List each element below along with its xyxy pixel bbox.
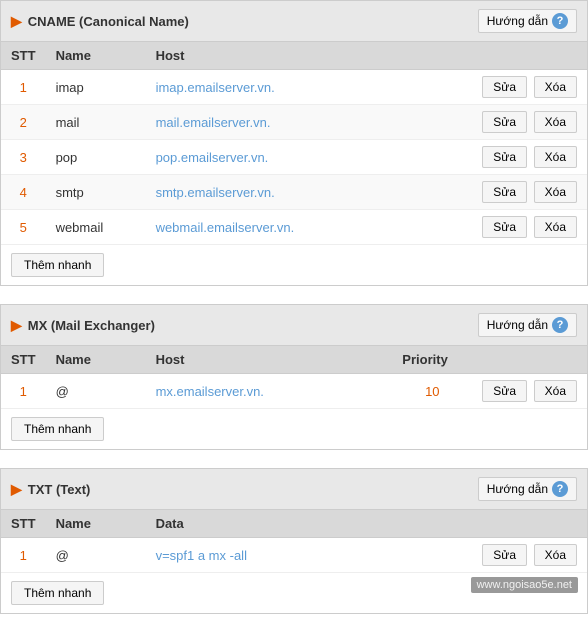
cname-stt: 4 [1, 175, 46, 210]
table-row: 5 webmail webmail.emailserver.vn. Sửa Xó… [1, 210, 587, 245]
xoa-button[interactable]: Xóa [534, 216, 577, 238]
cname-actions: Sửa Xóa [472, 175, 587, 210]
mx-title-text: MX (Mail Exchanger) [28, 318, 155, 333]
txt-arrow-icon: ▶ [11, 481, 22, 498]
cname-arrow-icon: ▶ [11, 13, 22, 30]
cname-title-text: CNAME (Canonical Name) [28, 14, 189, 29]
cname-host: smtp.emailserver.vn. [146, 175, 473, 210]
txt-stt: 1 [1, 538, 46, 573]
mx-name: @ [46, 374, 146, 409]
cname-stt: 3 [1, 140, 46, 175]
cname-actions: Sửa Xóa [472, 140, 587, 175]
cname-actions: Sửa Xóa [472, 210, 587, 245]
xoa-button[interactable]: Xóa [534, 181, 577, 203]
txt-col-actions [472, 510, 587, 538]
cname-col-host: Host [146, 42, 473, 70]
cname-add-button[interactable]: Thêm nhanh [11, 253, 104, 277]
txt-header: ▶ TXT (Text) Hướng dẫn ? [1, 469, 587, 510]
mx-col-actions [472, 346, 587, 374]
cname-host: imap.emailserver.vn. [146, 70, 473, 105]
cname-actions: Sửa Xóa [472, 105, 587, 140]
txt-col-name: Name [46, 510, 146, 538]
mx-stt: 1 [1, 374, 46, 409]
mx-guide-label: Hướng dẫn [487, 318, 548, 332]
cname-name: webmail [46, 210, 146, 245]
sua-button[interactable]: Sửa [482, 380, 527, 402]
cname-col-stt: STT [1, 42, 46, 70]
txt-title-text: TXT (Text) [28, 482, 91, 497]
cname-host: pop.emailserver.vn. [146, 140, 473, 175]
sua-button[interactable]: Sửa [482, 146, 527, 168]
table-row: 3 pop pop.emailserver.vn. Sửa Xóa [1, 140, 587, 175]
txt-add-button[interactable]: Thêm nhanh [11, 581, 104, 605]
txt-actions: Sửa Xóa [472, 538, 587, 573]
xoa-button[interactable]: Xóa [534, 111, 577, 133]
mx-col-priority: Priority [392, 346, 472, 374]
txt-guide-button[interactable]: Hướng dẫn ? [478, 477, 577, 501]
cname-section: ▶ CNAME (Canonical Name) Hướng dẫn ? STT… [0, 0, 588, 286]
cname-name: smtp [46, 175, 146, 210]
table-row: 1 @ mx.emailserver.vn. 10 Sửa Xóa [1, 374, 587, 409]
mx-col-name: Name [46, 346, 146, 374]
xoa-button[interactable]: Xóa [534, 380, 577, 402]
txt-title: ▶ TXT (Text) [11, 481, 90, 498]
cname-guide-button[interactable]: Hướng dẫn ? [478, 9, 577, 33]
sua-button[interactable]: Sửa [482, 111, 527, 133]
txt-col-data: Data [146, 510, 473, 538]
mx-host: mx.emailserver.vn. [146, 374, 393, 409]
mx-table: STT Name Host Priority 1 @ mx.emailserve… [1, 346, 587, 409]
cname-header: ▶ CNAME (Canonical Name) Hướng dẫn ? [1, 1, 587, 42]
cname-actions: Sửa Xóa [472, 70, 587, 105]
txt-section: ▶ TXT (Text) Hướng dẫn ? STT Name Data 1… [0, 468, 588, 614]
cname-table: STT Name Host 1 imap imap.emailserver.vn… [1, 42, 587, 245]
sua-button[interactable]: Sửa [482, 76, 527, 98]
mx-add-button[interactable]: Thêm nhanh [11, 417, 104, 441]
table-row: 4 smtp smtp.emailserver.vn. Sửa Xóa [1, 175, 587, 210]
mx-title: ▶ MX (Mail Exchanger) [11, 317, 155, 334]
table-row: 2 mail mail.emailserver.vn. Sửa Xóa [1, 105, 587, 140]
cname-col-actions [472, 42, 587, 70]
table-row: 1 imap imap.emailserver.vn. Sửa Xóa [1, 70, 587, 105]
cname-name: mail [46, 105, 146, 140]
txt-guide-label: Hướng dẫn [487, 482, 548, 496]
mx-priority: 10 [392, 374, 472, 409]
mx-header: ▶ MX (Mail Exchanger) Hướng dẫn ? [1, 305, 587, 346]
mx-col-stt: STT [1, 346, 46, 374]
cname-stt: 5 [1, 210, 46, 245]
cname-stt: 2 [1, 105, 46, 140]
txt-help-icon: ? [552, 481, 568, 497]
mx-col-host: Host [146, 346, 393, 374]
sua-button[interactable]: Sửa [482, 544, 527, 566]
table-row: 1 @ v=spf1 a mx -all Sửa Xóa [1, 538, 587, 573]
xoa-button[interactable]: Xóa [534, 76, 577, 98]
mx-guide-button[interactable]: Hướng dẫn ? [478, 313, 577, 337]
cname-name: pop [46, 140, 146, 175]
xoa-button[interactable]: Xóa [534, 146, 577, 168]
cname-host: mail.emailserver.vn. [146, 105, 473, 140]
mx-actions: Sửa Xóa [472, 374, 587, 409]
xoa-button[interactable]: Xóa [534, 544, 577, 566]
mx-section: ▶ MX (Mail Exchanger) Hướng dẫn ? STT Na… [0, 304, 588, 450]
cname-title: ▶ CNAME (Canonical Name) [11, 13, 189, 30]
txt-data: v=spf1 a mx -all [146, 538, 473, 573]
sua-button[interactable]: Sửa [482, 181, 527, 203]
cname-name: imap [46, 70, 146, 105]
txt-col-stt: STT [1, 510, 46, 538]
cname-help-icon: ? [552, 13, 568, 29]
txt-name: @ [46, 538, 146, 573]
sua-button[interactable]: Sửa [482, 216, 527, 238]
cname-col-name: Name [46, 42, 146, 70]
cname-host: webmail.emailserver.vn. [146, 210, 473, 245]
mx-help-icon: ? [552, 317, 568, 333]
txt-table: STT Name Data 1 @ v=spf1 a mx -all Sửa X… [1, 510, 587, 573]
cname-stt: 1 [1, 70, 46, 105]
mx-arrow-icon: ▶ [11, 317, 22, 334]
cname-guide-label: Hướng dẫn [487, 14, 548, 28]
